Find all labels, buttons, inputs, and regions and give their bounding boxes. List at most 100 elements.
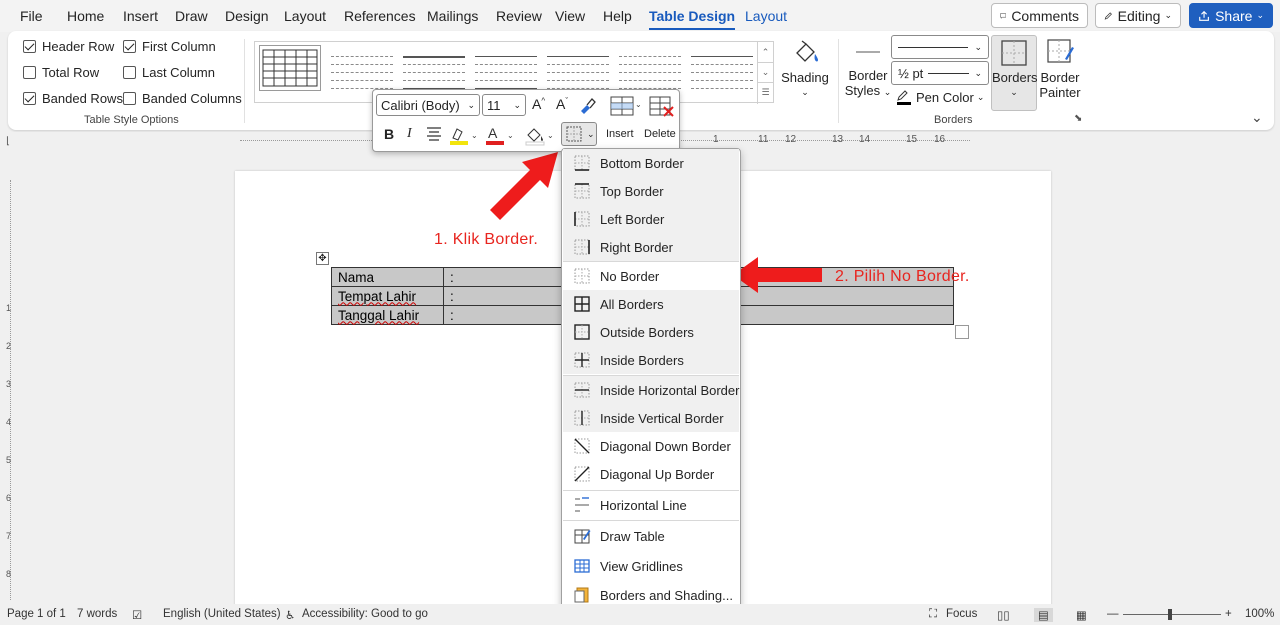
tab-mailings[interactable]: Mailings — [427, 8, 478, 24]
table-cell-label[interactable]: Nama — [331, 267, 444, 287]
banded-rows-checkbox[interactable]: Banded Rows — [23, 91, 123, 106]
banded-columns-checkbox[interactable]: Banded Columns — [123, 91, 242, 106]
last-column-checkbox[interactable]: Last Column — [123, 65, 215, 80]
delete-label: Delete — [644, 128, 676, 140]
shading-button[interactable]: Shading ⌄ — [780, 37, 830, 100]
table-style-2[interactable] — [331, 48, 393, 94]
font-size-dropdown[interactable]: 11 ⌄ — [482, 94, 526, 116]
menu-item-inside-borders[interactable]: Inside Borders — [563, 346, 739, 374]
border-painter-label2: Painter — [1039, 85, 1081, 100]
menu-item-diagonal-up-border[interactable]: Diagonal Up Border — [563, 460, 739, 488]
table-move-handle-icon[interactable]: ✥ — [316, 252, 329, 265]
shading-icon[interactable]: ⌄ — [525, 124, 555, 146]
tab-table-layout[interactable]: Layout — [745, 8, 787, 24]
borders-mini-button[interactable]: ⌄ — [561, 122, 597, 146]
share-button[interactable]: Share ⌄ — [1189, 3, 1273, 28]
table-cell-label[interactable]: Tempat Lahir — [331, 286, 444, 306]
tab-review[interactable]: Review — [496, 8, 542, 24]
borders-button[interactable]: Borders ⌄ — [991, 35, 1038, 111]
zoom-slider[interactable] — [1123, 614, 1221, 615]
web-layout-icon[interactable]: ▦ — [1076, 608, 1087, 622]
proofing-icon[interactable]: ☑ — [132, 608, 142, 622]
gallery-scroll-down-icon[interactable]: ⌄ — [758, 62, 773, 82]
table-style-5[interactable] — [547, 48, 609, 94]
collapse-ribbon-icon[interactable]: ⌄ — [1251, 109, 1263, 126]
menu-item-view-gridlines[interactable]: View Gridlines — [563, 552, 739, 580]
menu-item-draw-table[interactable]: Draw Table — [563, 522, 739, 550]
tab-draw[interactable]: Draw — [175, 8, 208, 24]
table-style-6[interactable] — [619, 48, 681, 94]
table-style-grid[interactable] — [259, 45, 321, 91]
zoom-level[interactable]: 100% — [1245, 608, 1274, 620]
bottom-border-icon — [574, 155, 590, 171]
delete-table-icon[interactable] — [648, 95, 680, 119]
horizontal-line-icon — [575, 497, 589, 512]
shading-label: Shading — [781, 70, 829, 85]
insert-rows-icon[interactable]: ⌄ — [609, 95, 643, 119]
zoom-slider-thumb[interactable] — [1168, 609, 1172, 620]
line-style-dropdown[interactable]: ⌄ — [891, 35, 989, 59]
menu-item-inside-horizontal-border[interactable]: Inside Horizontal Border — [563, 376, 739, 404]
diagonal-up-border-icon — [574, 466, 590, 482]
word-count[interactable]: 7 words — [77, 608, 117, 620]
border-styles-button[interactable]: Border Styles ⌄ — [844, 39, 892, 100]
table-style-3[interactable] — [403, 48, 465, 94]
menu-item-outside-borders[interactable]: Outside Borders — [563, 318, 739, 346]
print-layout-icon[interactable]: ▤ — [1034, 608, 1053, 622]
bold-button[interactable]: B — [384, 126, 394, 142]
menu-item-horizontal-line[interactable]: Horizontal Line — [563, 491, 739, 519]
tab-layout[interactable]: Layout — [284, 8, 326, 24]
menu-item-bottom-border[interactable]: Bottom Border — [563, 149, 739, 177]
align-center-icon[interactable] — [426, 127, 442, 141]
menu-bar: File Home Insert Draw Design Layout Refe… — [0, 0, 1280, 32]
format-painter-icon[interactable] — [578, 96, 596, 114]
tab-selector-icon[interactable]: ⌊ — [6, 136, 10, 147]
menu-item-diagonal-down-border[interactable]: Diagonal Down Border — [563, 432, 739, 460]
comments-button[interactable]: Comments — [991, 3, 1088, 28]
focus-button[interactable]: Focus — [946, 608, 977, 620]
gallery-more-icon[interactable]: ☰ — [758, 82, 773, 102]
borders-and-shading-icon — [574, 587, 589, 603]
tab-design[interactable]: Design — [225, 8, 269, 24]
gallery-scroll-up-icon[interactable]: ⌃ — [758, 42, 773, 62]
header-row-checkbox[interactable]: Header Row — [23, 39, 114, 54]
menu-item-all-borders[interactable]: All Borders — [563, 290, 739, 318]
pen-color-button[interactable]: Pen Color ⌄ — [896, 89, 984, 105]
read-mode-icon[interactable]: ▯▯ — [997, 608, 1010, 622]
shrink-font-icon[interactable]: Aˇ — [556, 96, 568, 112]
accessibility-status[interactable]: Accessibility: Good to go — [302, 608, 428, 620]
dialog-launcher-icon[interactable]: ⬊ — [1074, 113, 1082, 124]
first-column-checkbox[interactable]: First Column — [123, 39, 216, 54]
zoom-out-icon[interactable]: — — [1107, 608, 1119, 620]
tab-references[interactable]: References — [344, 8, 416, 24]
tab-insert[interactable]: Insert — [123, 8, 158, 24]
menu-item-top-border[interactable]: Top Border — [563, 177, 739, 205]
font-color-icon[interactable]: A ⌄ — [485, 124, 515, 146]
vruler-label: 5 — [6, 455, 12, 465]
menu-item-inside-vertical-border[interactable]: Inside Vertical Border — [563, 404, 739, 432]
highlight-icon[interactable]: ⌄ — [449, 124, 479, 146]
border-painter-button[interactable]: Border Painter — [1038, 37, 1082, 100]
table-style-7[interactable] — [691, 48, 753, 94]
grow-font-icon[interactable]: A^ — [532, 96, 545, 112]
table-resize-handle-icon[interactable] — [955, 325, 969, 339]
table-style-4[interactable] — [475, 48, 537, 94]
tab-home[interactable]: Home — [67, 8, 104, 24]
page-count[interactable]: Page 1 of 1 — [7, 608, 66, 620]
font-name-dropdown[interactable]: Calibri (Body) ⌄ — [376, 94, 480, 116]
total-row-checkbox[interactable]: Total Row — [23, 65, 99, 80]
tab-file[interactable]: File — [20, 8, 43, 24]
line-weight-dropdown[interactable]: ½ pt ⌄ — [891, 61, 989, 85]
editing-button[interactable]: Editing ⌄ — [1095, 3, 1181, 28]
menu-item-right-border[interactable]: Right Border — [563, 233, 739, 261]
table-style-options-group-label: Table Style Options — [84, 114, 179, 126]
italic-button[interactable]: I — [407, 126, 412, 142]
language-status[interactable]: English (United States) — [163, 608, 281, 620]
menu-item-no-border[interactable]: No Border — [563, 262, 739, 290]
tab-view[interactable]: View — [555, 8, 585, 24]
tab-table-design[interactable]: Table Design — [649, 8, 736, 30]
zoom-in-icon[interactable]: + — [1225, 608, 1232, 620]
table-cell-label[interactable]: Tanggal Lahir — [331, 305, 444, 325]
menu-item-left-border[interactable]: Left Border — [563, 205, 739, 233]
tab-help[interactable]: Help — [603, 8, 632, 24]
